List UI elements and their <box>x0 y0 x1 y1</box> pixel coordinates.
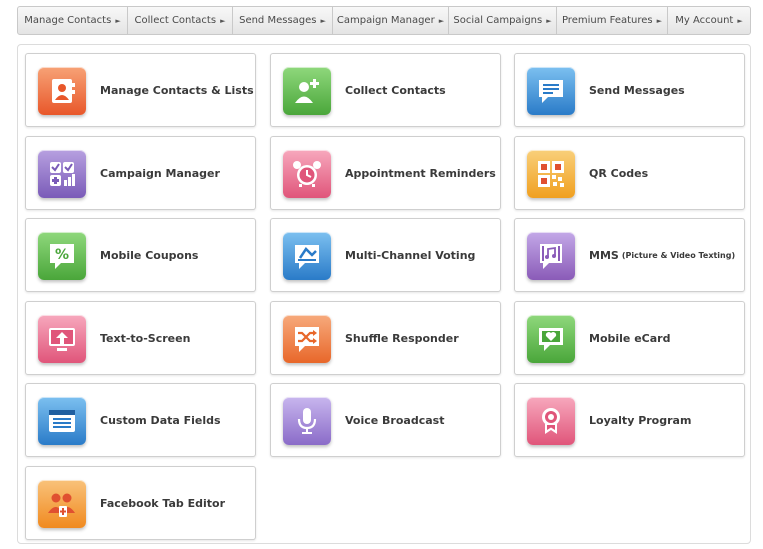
tile-manage-contacts[interactable]: Manage Contacts & Lists <box>25 53 256 127</box>
contact-book-icon <box>38 67 86 115</box>
tile-label: Appointment Reminders <box>345 166 496 180</box>
arrow-right-icon: ► <box>438 16 445 25</box>
add-group-icon <box>38 480 86 528</box>
nav-collect-contacts[interactable]: Collect Contacts ► <box>128 7 233 34</box>
tile-label: Campaign Manager <box>100 166 220 180</box>
tile-text-to-screen[interactable]: Text-to-Screen <box>25 301 256 375</box>
nav-manage-contacts[interactable]: Manage Contacts ► <box>18 7 128 34</box>
microphone-icon <box>283 397 331 445</box>
tile-label: Collect Contacts <box>345 83 446 97</box>
tile-mobile-ecard[interactable]: Mobile eCard <box>514 301 745 375</box>
tile-label: Mobile eCard <box>589 331 671 345</box>
nav-label: Social Campaigns <box>453 15 543 26</box>
tile-label: MMS (Picture & Video Texting) <box>589 219 735 291</box>
arrow-right-icon: ► <box>737 16 743 25</box>
music-media-icon <box>527 232 575 280</box>
tile-custom-data-fields[interactable]: Custom Data Fields <box>25 383 256 457</box>
form-fields-icon <box>38 397 86 445</box>
nav-label: Collect Contacts <box>134 15 217 26</box>
tile-campaign-manager[interactable]: Campaign Manager <box>25 136 256 210</box>
add-person-icon <box>283 67 331 115</box>
tile-facebook-tab-editor[interactable]: Facebook Tab Editor <box>25 466 256 540</box>
arrow-right-icon: ► <box>546 16 552 25</box>
heart-card-icon <box>527 315 575 363</box>
tile-voice-broadcast[interactable]: Voice Broadcast <box>270 383 501 457</box>
tile-mobile-coupons[interactable]: % Mobile Coupons <box>25 218 256 292</box>
tile-label: Multi-Channel Voting <box>345 248 476 262</box>
nav-label: Manage Contacts <box>24 15 112 26</box>
screen-upload-icon <box>38 315 86 363</box>
tile-label: Mobile Coupons <box>100 248 199 262</box>
tile-label-main: MMS <box>589 248 619 262</box>
tile-label: Facebook Tab Editor <box>100 496 226 510</box>
tile-label: Loyalty Program <box>589 413 692 427</box>
percent-coupon-icon: % <box>38 232 86 280</box>
nav-label: Premium Features <box>561 15 653 26</box>
tile-loyalty-program[interactable]: Loyalty Program <box>514 383 745 457</box>
qr-code-icon <box>527 150 575 198</box>
dashboard-checklist-icon <box>38 150 86 198</box>
tile-label: Manage Contacts & Lists <box>100 83 254 97</box>
nav-campaign-manager[interactable]: Campaign Manager ► <box>333 7 449 34</box>
ballot-icon <box>283 232 331 280</box>
tile-label: Custom Data Fields <box>100 413 221 427</box>
shuffle-icon <box>283 315 331 363</box>
tile-label: Shuffle Responder <box>345 331 459 345</box>
alarm-clock-icon <box>283 150 331 198</box>
top-nav: Manage Contacts ► Collect Contacts ► Send … <box>17 6 751 35</box>
arrow-right-icon: ► <box>320 16 326 25</box>
tile-appointment-reminders[interactable]: Appointment Reminders <box>270 136 501 210</box>
tile-label: Text-to-Screen <box>100 331 191 345</box>
nav-my-account[interactable]: My Account ► <box>668 7 750 34</box>
tile-shuffle-responder[interactable]: Shuffle Responder <box>270 301 501 375</box>
tile-label: Voice Broadcast <box>345 413 445 427</box>
nav-label: Send Messages <box>239 15 317 26</box>
arrow-right-icon: ► <box>115 16 121 25</box>
tile-qr-codes[interactable]: QR Codes <box>514 136 745 210</box>
svg-text:%: % <box>55 247 69 263</box>
nav-premium-features[interactable]: Premium Features ► <box>557 7 668 34</box>
tile-label-note: (Picture & Video Texting) <box>621 250 736 260</box>
tile-label: QR Codes <box>589 166 649 180</box>
arrow-right-icon: ► <box>220 16 226 25</box>
tile-label: Send Messages <box>589 83 685 97</box>
message-bubble-icon <box>527 67 575 115</box>
arrow-right-icon: ► <box>656 16 663 25</box>
nav-label: Campaign Manager <box>336 15 435 26</box>
tile-mms[interactable]: MMS (Picture & Video Texting) <box>514 218 745 292</box>
award-ribbon-icon <box>527 397 575 445</box>
tile-collect-contacts[interactable]: Collect Contacts <box>270 53 501 127</box>
nav-send-messages[interactable]: Send Messages ► <box>233 7 333 34</box>
tile-send-messages[interactable]: Send Messages <box>514 53 745 127</box>
tile-multi-channel-voting[interactable]: Multi-Channel Voting <box>270 218 501 292</box>
nav-label: My Account <box>675 15 734 26</box>
nav-social-campaigns[interactable]: Social Campaigns ► <box>449 7 557 34</box>
